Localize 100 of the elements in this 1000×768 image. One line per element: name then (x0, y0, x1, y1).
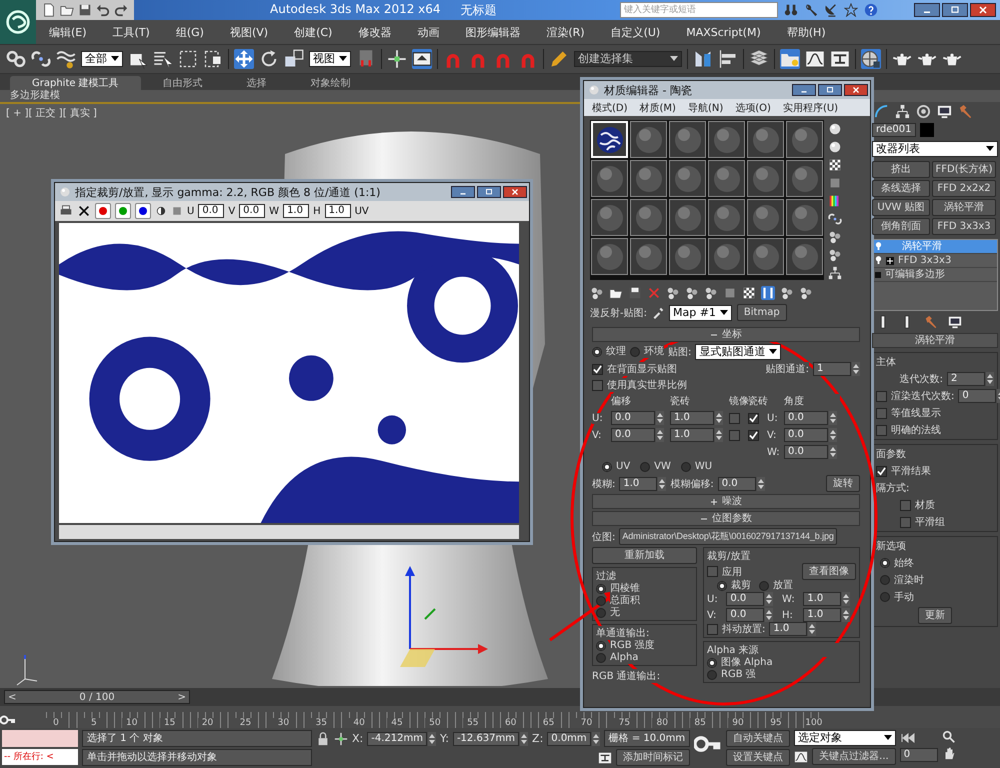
magnifier-icon[interactable] (942, 730, 956, 744)
modifier-button[interactable]: 挤出 (872, 161, 930, 178)
auto-key-button[interactable]: 自动关键点 (726, 730, 790, 747)
chain-link-icon[interactable] (6, 49, 26, 69)
radio-button[interactable] (592, 347, 602, 357)
spinner-arrows-icon[interactable] (756, 476, 765, 490)
checkbox[interactable] (876, 466, 887, 476)
ribbon-tab[interactable]: Graphite 建模工具 (10, 76, 141, 90)
crosshair-icon[interactable] (387, 49, 407, 69)
render-iterations-field[interactable]: 0 (958, 389, 996, 403)
checkbox[interactable] (748, 412, 759, 424)
document-icon[interactable] (42, 3, 56, 17)
wrench-icon[interactable] (804, 3, 818, 17)
radio-button[interactable] (880, 558, 890, 568)
balls-icon[interactable] (704, 286, 718, 300)
curve-icon[interactable] (794, 750, 808, 764)
menu-item[interactable]: 视图(V) (216, 24, 282, 40)
redo-arrow-icon[interactable] (114, 3, 128, 17)
mirror-bars-icon[interactable] (693, 49, 713, 69)
hammer-icon[interactable] (958, 104, 973, 119)
balls-icon[interactable] (685, 286, 699, 300)
plus-box-icon[interactable] (886, 256, 894, 264)
set-key-button[interactable]: 设置关键点 (726, 749, 790, 766)
folder-icon[interactable] (780, 49, 800, 69)
horizontal-scrollbar[interactable] (59, 525, 519, 539)
radio-button[interactable] (596, 596, 606, 606)
menu-item[interactable]: 组(G) (162, 24, 217, 40)
list-cursor-icon[interactable] (153, 49, 173, 69)
align-bars-icon[interactable] (718, 49, 738, 69)
checker-icon[interactable] (742, 286, 756, 300)
uv-field[interactable]: 1.0 (283, 204, 310, 218)
spinner-arrows-icon[interactable] (428, 732, 436, 746)
rollout-header[interactable]: 涡轮平滑 (872, 333, 998, 348)
radio-button[interactable] (717, 581, 727, 591)
radio-button[interactable] (630, 347, 640, 357)
script-listener-field[interactable] (2, 730, 78, 747)
spinner-arrows-icon[interactable] (715, 411, 723, 425)
image-viewer-window[interactable]: 指定裁剪/放置, 显示 gamma: 2.2, RGB 颜色 8 位/通道 (1:1) U 0.0 V 0.0 W 1.0 H 1.0 UV (54, 182, 530, 542)
star-icon[interactable] (844, 3, 858, 17)
radio-button[interactable] (596, 584, 606, 594)
maximize-button[interactable] (942, 3, 968, 17)
reload-button[interactable]: 重新加载 (592, 547, 697, 564)
rotate-button[interactable]: 旋转 (826, 475, 860, 492)
checkbox[interactable] (900, 516, 911, 528)
coordinate-system-dropdown[interactable]: 视图 (309, 51, 351, 67)
crop-field[interactable]: 1.0 (803, 592, 842, 606)
rollout-header[interactable]: 位图参数 (592, 511, 860, 526)
spinner-arrows-icon[interactable] (829, 428, 837, 442)
plus-icon[interactable] (710, 498, 718, 506)
arc-icon[interactable] (874, 104, 889, 119)
checkbox[interactable] (592, 380, 603, 390)
uv-field[interactable]: 1.0 (324, 204, 351, 218)
checkbox[interactable] (592, 364, 603, 374)
menu-item[interactable]: 动画 (404, 24, 452, 40)
sphere-icon[interactable] (828, 122, 842, 136)
hierarchy-icon[interactable] (828, 266, 842, 280)
uv-field[interactable]: 0.0 (239, 204, 266, 218)
minimize-button[interactable] (792, 84, 816, 96)
wavy-lines-icon[interactable] (56, 49, 76, 69)
jitter-field[interactable]: 1.0 (769, 622, 808, 636)
radio-button[interactable] (596, 653, 606, 663)
mapping-dropdown[interactable]: 显式贴图通道 (695, 344, 782, 360)
checkbox[interactable] (748, 430, 759, 440)
radio-button[interactable] (596, 641, 606, 651)
maximize-button[interactable] (477, 186, 501, 198)
menu-item[interactable]: MAXScript(M) (673, 26, 774, 38)
hierarchy-icon[interactable] (895, 104, 910, 119)
spinner-arrows-icon[interactable] (520, 732, 528, 746)
checkbox[interactable] (900, 500, 911, 510)
broken-chain-icon[interactable] (31, 49, 51, 69)
balls-icon[interactable] (666, 286, 680, 300)
ribbon-tab[interactable]: 自由形式 (140, 76, 225, 90)
tiling-field[interactable]: 1.0 (670, 428, 714, 442)
checkbox[interactable] (707, 566, 718, 577)
menu-item[interactable]: 编辑(E) (36, 24, 100, 40)
radio-button[interactable] (680, 462, 691, 472)
offset-field[interactable]: 0.0 (611, 428, 655, 442)
view-image-button[interactable]: 查看图像 (802, 563, 856, 580)
monitor-icon[interactable] (937, 104, 952, 119)
lock-icon[interactable] (316, 732, 330, 746)
menu-item[interactable]: 图形编辑器 (452, 24, 534, 40)
modifier-list-dropdown[interactable]: 改器列表 (872, 141, 998, 157)
close-button[interactable] (844, 84, 868, 96)
balls-icon[interactable] (590, 286, 604, 300)
viewport-label[interactable]: [ + ][ 正交 ][ 真实 ] (6, 106, 97, 120)
rollout-header[interactable]: 噪波 (592, 494, 860, 509)
named-selection-dropdown[interactable]: 创建选择集 (574, 51, 682, 67)
spinner-arrows-icon[interactable] (829, 411, 837, 425)
lightbulb-icon[interactable] (875, 242, 882, 251)
blur-field[interactable]: 1.0 (619, 476, 658, 490)
spinner-arrows-icon[interactable] (658, 476, 666, 490)
help-icon[interactable] (864, 3, 878, 17)
spinner-arrows-icon[interactable] (852, 362, 860, 376)
spinner-arrows-icon[interactable] (656, 411, 664, 425)
crop-field[interactable]: 0.0 (726, 592, 764, 606)
coordinate-field[interactable]: 0.0mm (547, 732, 591, 746)
satellite-dish-icon[interactable] (824, 3, 838, 17)
iterations-field[interactable]: 2 (947, 372, 985, 386)
menu-item[interactable]: 导航(N) (688, 100, 724, 114)
sphere-icon[interactable] (828, 140, 842, 154)
